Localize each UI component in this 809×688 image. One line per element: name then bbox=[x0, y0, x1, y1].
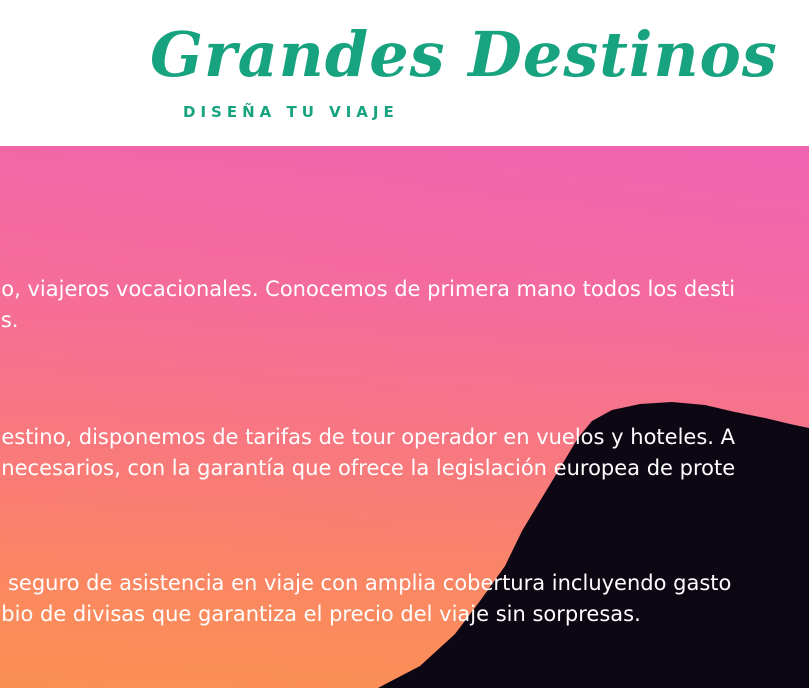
insurance-line-2: nbio de divisas que garantiza el precio … bbox=[0, 602, 641, 626]
site-header: Grandes Destinos DISEÑA TU VIAJE bbox=[0, 0, 809, 146]
rates-line-2: nnecesarios, con la garantía que ofrece … bbox=[0, 456, 736, 480]
about-paragraph: no, viajeros vocacionales. Conocemos de … bbox=[0, 274, 809, 336]
rates-line-1: destino, disponemos de tarifas de tour o… bbox=[0, 425, 735, 449]
hero-section: no, viajeros vocacionales. Conocemos de … bbox=[0, 146, 809, 688]
rates-paragraph: destino, disponemos de tarifas de tour o… bbox=[0, 422, 809, 484]
insurance-paragraph: n seguro de asistencia en viaje con ampl… bbox=[0, 568, 809, 630]
logo-tagline: DISEÑA TU VIAJE bbox=[183, 103, 399, 121]
insurance-line-1: n seguro de asistencia en viaje con ampl… bbox=[0, 571, 732, 595]
about-line-1: no, viajeros vocacionales. Conocemos de … bbox=[0, 277, 736, 301]
about-line-2: os. bbox=[0, 308, 19, 332]
logo-title[interactable]: Grandes Destinos bbox=[150, 10, 777, 100]
